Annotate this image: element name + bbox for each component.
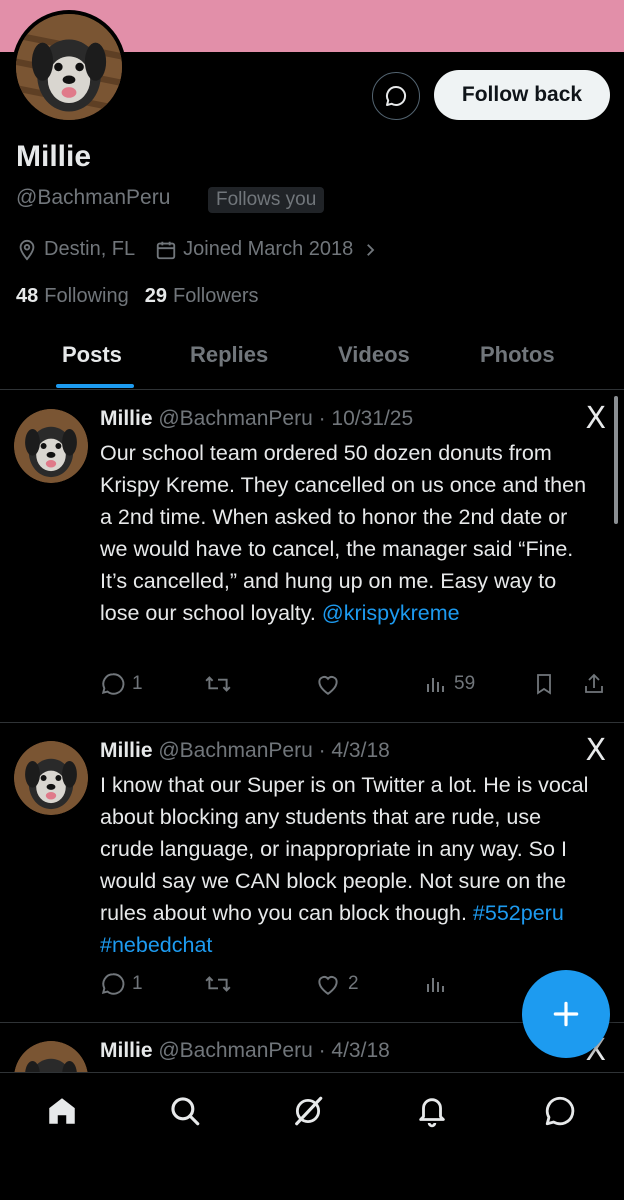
nav-grok[interactable] xyxy=(288,1091,328,1131)
post[interactable]: Millie @BachmanPeru · 4/3/18 X I know th… xyxy=(0,723,624,1023)
heart-icon xyxy=(318,976,338,995)
tab-photos[interactable]: Photos xyxy=(480,342,555,368)
grok-icon xyxy=(295,1096,323,1126)
chevron-right-icon xyxy=(367,243,375,256)
tab-posts[interactable]: Posts xyxy=(62,342,122,368)
post-text: Our school team ordered 50 dozen donuts … xyxy=(100,437,600,629)
post-avatar[interactable] xyxy=(14,1041,88,1072)
post-header: Millie @BachmanPeru · 10/31/25 xyxy=(100,407,413,431)
tab-videos[interactable]: Videos xyxy=(338,342,410,368)
nav-home[interactable] xyxy=(42,1091,82,1131)
reply-count: 1 xyxy=(132,673,143,694)
like-button[interactable]: 2 xyxy=(314,971,359,997)
dog-photo xyxy=(14,741,88,815)
post-author-name[interactable]: Millie xyxy=(100,407,153,430)
active-tab-indicator xyxy=(56,384,134,388)
share-button[interactable] xyxy=(582,671,606,697)
post-avatar[interactable] xyxy=(14,409,88,483)
tab-replies[interactable]: Replies xyxy=(190,342,268,368)
post-handle-date: @BachmanPeru · 10/31/25 xyxy=(158,407,414,430)
dog-photo xyxy=(16,14,122,120)
search-icon xyxy=(171,1097,200,1126)
compose-button[interactable] xyxy=(522,970,610,1058)
reply-button[interactable]: 1 xyxy=(100,971,143,997)
share-icon xyxy=(585,673,603,693)
message-icon xyxy=(386,85,407,106)
location-text: Destin, FL xyxy=(44,238,136,260)
profile-meta: Destin, FL Joined March 2018 xyxy=(16,238,405,261)
post-handle-date: @BachmanPeru · 4/3/18 xyxy=(158,739,390,762)
like-button[interactable] xyxy=(314,671,342,697)
follow-back-button[interactable]: Follow back xyxy=(434,70,610,120)
post-mention-link[interactable]: @krispykreme xyxy=(322,601,460,625)
views-count: 59 xyxy=(454,673,476,694)
joined-date[interactable]: Joined March 2018 xyxy=(155,238,385,261)
bottom-nav xyxy=(0,1072,624,1200)
x-logo-icon: X xyxy=(585,401,606,436)
repost-button[interactable] xyxy=(204,671,232,697)
nav-notifications[interactable] xyxy=(412,1091,452,1131)
post-body: Our school team ordered 50 dozen donuts … xyxy=(100,441,587,625)
followers-label: Followers xyxy=(172,285,259,307)
heart-icon xyxy=(318,676,338,695)
plus-icon xyxy=(553,1001,579,1027)
post[interactable]: Millie @BachmanPeru · 10/31/25 X Our sch… xyxy=(0,391,624,723)
post-header: Millie @BachmanPeru · 4/3/18 xyxy=(100,1039,390,1063)
like-count: 2 xyxy=(348,973,359,994)
bookmark-button[interactable] xyxy=(532,671,556,697)
follow-counts: 48 Following 29 Followers xyxy=(16,285,275,308)
repost-icon xyxy=(205,976,231,992)
joined-text: Joined March 2018 xyxy=(183,238,354,260)
dog-photo xyxy=(14,409,88,483)
followers-count: 29 xyxy=(144,285,167,307)
followers-link[interactable]: 29 Followers xyxy=(145,285,259,308)
following-count: 48 xyxy=(16,285,39,307)
repost-button[interactable] xyxy=(204,971,232,997)
message-button[interactable] xyxy=(372,72,420,120)
post-actions: 1 59 xyxy=(100,671,610,701)
post-avatar[interactable] xyxy=(14,741,88,815)
messages-icon xyxy=(545,1096,575,1126)
post-header: Millie @BachmanPeru · 4/3/18 xyxy=(100,739,390,763)
post-text: I know that our Super is on Twitter a lo… xyxy=(100,769,600,961)
follows-you-badge: Follows you xyxy=(208,187,325,213)
profile-avatar[interactable] xyxy=(12,10,126,124)
following-label: Following xyxy=(44,285,129,307)
nav-messages[interactable] xyxy=(540,1091,580,1131)
post-handle-date: @BachmanPeru · 4/3/18 xyxy=(158,1039,390,1062)
bookmark-icon xyxy=(537,674,551,695)
profile-handle: @BachmanPeru xyxy=(16,186,171,209)
reply-icon xyxy=(101,973,125,995)
views-icon xyxy=(427,978,444,992)
repost-icon xyxy=(205,676,231,692)
views-icon xyxy=(427,678,444,692)
dog-photo xyxy=(14,1041,88,1072)
profile-tabs: Posts Replies Videos Photos xyxy=(0,330,624,390)
following-link[interactable]: 48 Following xyxy=(16,285,129,308)
post-author-name[interactable]: Millie xyxy=(100,739,153,762)
x-logo-icon: X xyxy=(585,733,606,768)
reply-icon xyxy=(101,673,125,695)
post-author-name[interactable]: Millie xyxy=(100,1039,153,1062)
nav-search[interactable] xyxy=(165,1091,205,1131)
reply-count: 1 xyxy=(132,973,143,994)
views-button[interactable] xyxy=(424,971,448,997)
notifications-icon xyxy=(419,1098,445,1128)
reply-button[interactable]: 1 xyxy=(100,671,143,697)
views-button[interactable]: 59 xyxy=(424,671,475,697)
scrollbar[interactable] xyxy=(614,396,618,524)
calendar-icon xyxy=(156,241,176,259)
home-icon xyxy=(49,1098,75,1124)
location-icon xyxy=(19,239,35,261)
profile-name: Millie xyxy=(16,140,92,173)
location: Destin, FL xyxy=(16,238,135,261)
